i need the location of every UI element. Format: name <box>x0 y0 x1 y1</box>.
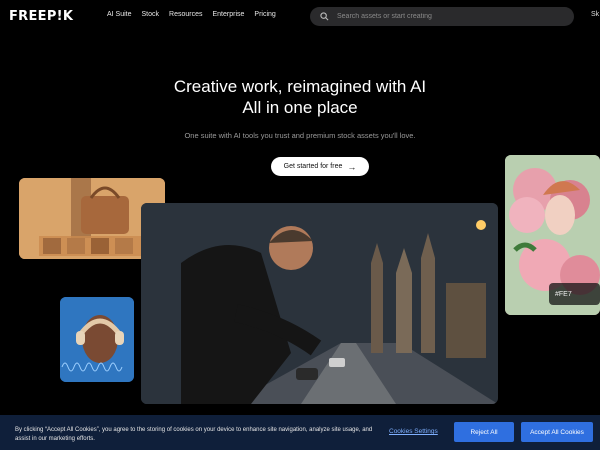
top-nav: FREEP!K AI Suite Stock Resources Enterpr… <box>0 0 600 34</box>
search-bar[interactable] <box>310 7 574 26</box>
get-started-button[interactable]: Get started for free → <box>271 157 369 176</box>
arrow-right-icon: → <box>347 161 357 172</box>
nav-link-pricing[interactable]: Pricing <box>254 11 275 18</box>
color-hex-label: #FE7 <box>555 290 572 298</box>
reject-all-button[interactable]: Reject All <box>454 422 514 442</box>
accept-all-cookies-button[interactable]: Accept All Cookies <box>521 422 593 442</box>
freepik-logo[interactable]: FREEP!K <box>9 9 73 24</box>
hero-title-line1: Creative work, reimagined with AI <box>173 77 427 96</box>
search-icon <box>320 12 329 21</box>
miniature-city-illustration <box>141 203 498 404</box>
nav-right-link[interactable]: Sk <box>591 11 599 18</box>
hero-subtitle: One suite with AI tools you trust and pr… <box>184 131 416 140</box>
nav-links: AI Suite Stock Resources Enterprise Pric… <box>107 11 286 18</box>
hero-title-line2: All in one place <box>242 98 358 117</box>
miniature-city-artist-image[interactable] <box>141 203 498 404</box>
nav-link-stock[interactable]: Stock <box>142 11 160 18</box>
hero-title: Creative work, reimagined with AI All in… <box>0 76 600 118</box>
search-input[interactable] <box>337 13 557 20</box>
color-swatch-chip[interactable]: #FE7 <box>549 283 600 305</box>
headphones-portrait-image[interactable] <box>60 297 134 382</box>
nav-link-ai-suite[interactable]: AI Suite <box>107 11 132 18</box>
cookie-banner-text: By clicking “Accept All Cookies”, you ag… <box>15 427 373 442</box>
nav-link-resources[interactable]: Resources <box>169 11 202 18</box>
cookies-settings-link[interactable]: Cookies Settings <box>389 428 438 435</box>
get-started-label: Get started for free <box>283 163 343 170</box>
nav-link-enterprise[interactable]: Enterprise <box>213 11 245 18</box>
headphones-illustration <box>60 297 134 382</box>
